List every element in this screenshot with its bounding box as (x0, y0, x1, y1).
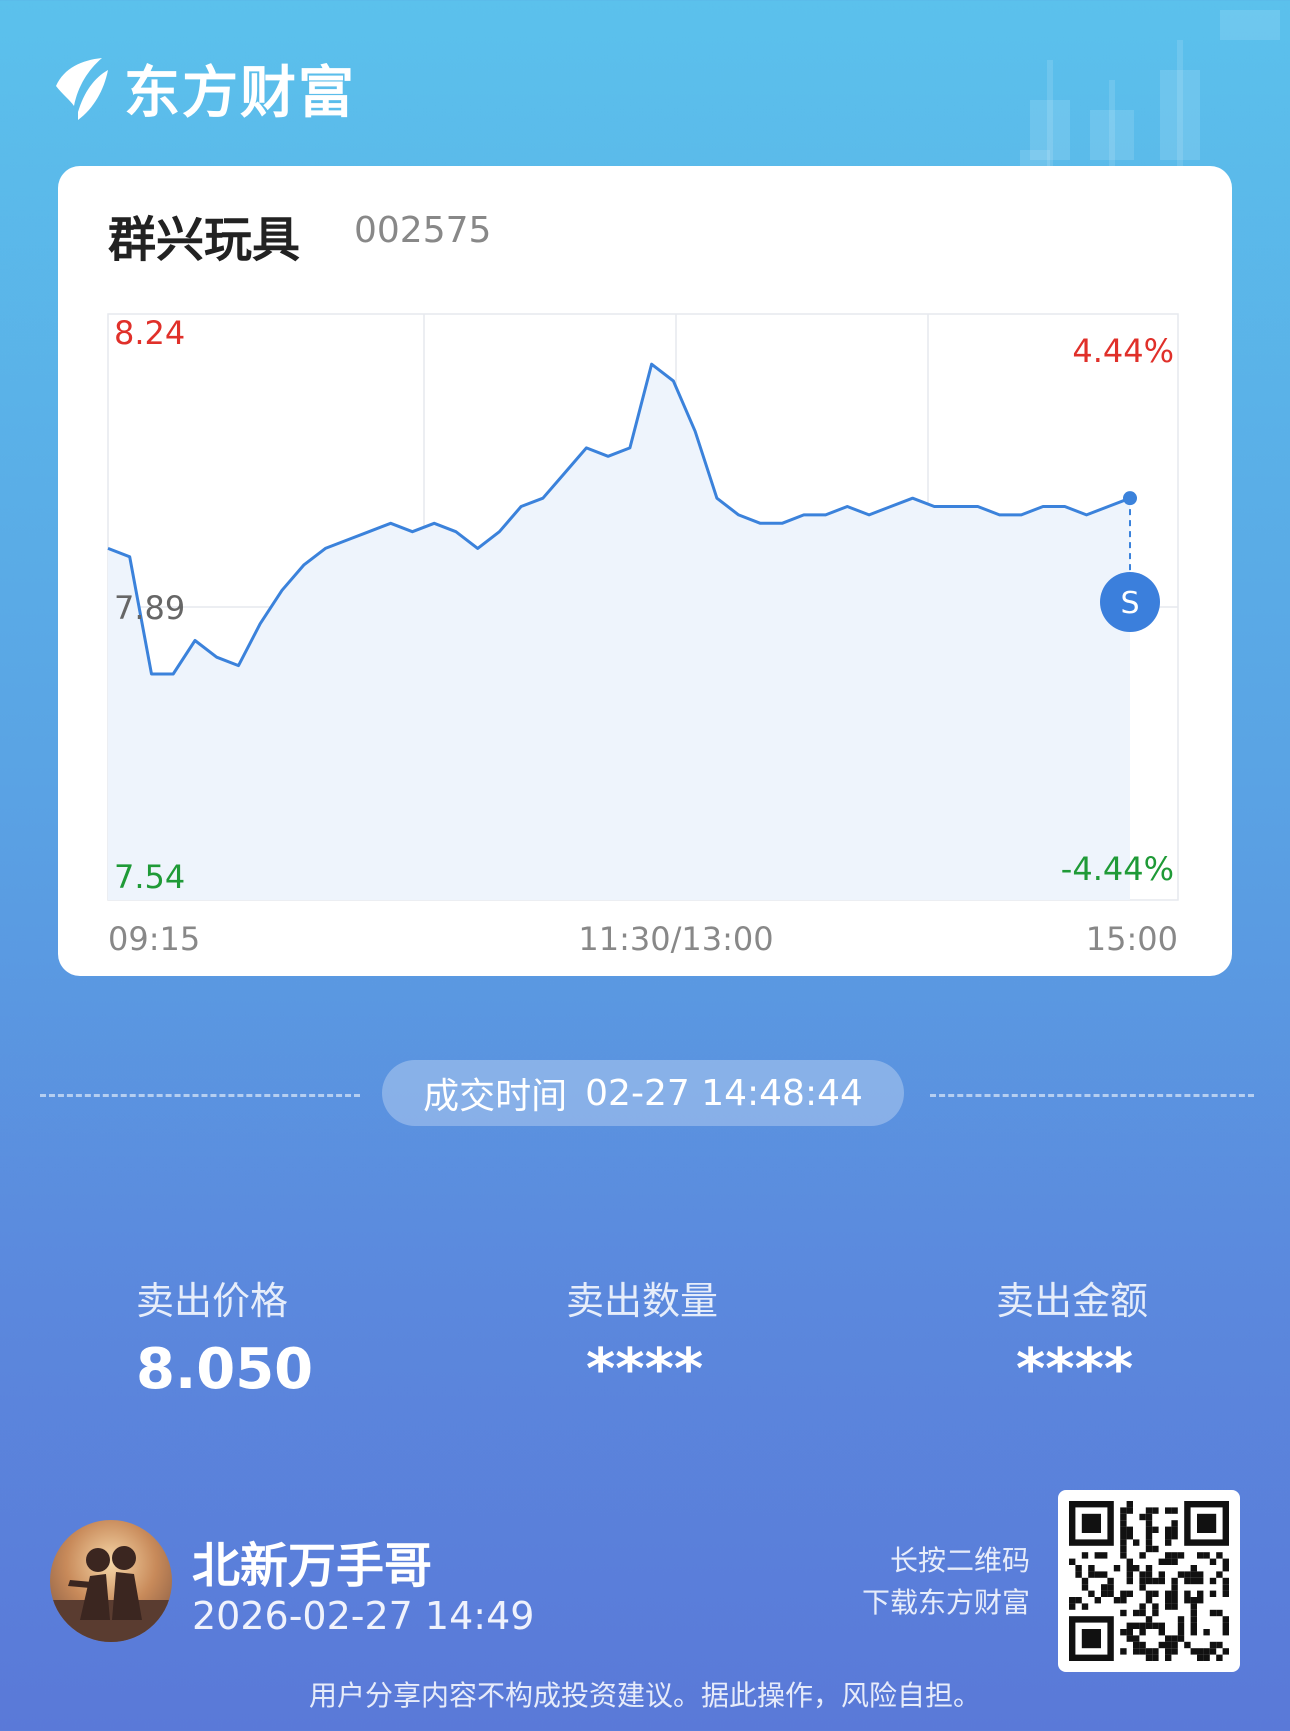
qr-hint: 长按二维码 下载东方财富 (830, 1540, 1030, 1624)
stat-value: **** (1016, 1337, 1134, 1402)
brand-name: 东方财富 (124, 61, 356, 126)
qr-hint-line1: 长按二维码 (889, 1544, 1030, 1577)
x-tick-end: 15:00 (1086, 920, 1178, 958)
brand-logo: 东方财富 (48, 48, 356, 129)
stat-value: **** (586, 1337, 704, 1402)
x-tick-mid: 11:30/13:00 (578, 920, 773, 958)
stat-label: 卖出价格 (136, 1279, 289, 1323)
qr-hint-line2: 下载东方财富 (861, 1586, 1030, 1619)
pct-high-label: 4.44% (1072, 332, 1174, 370)
intraday-chart: 8.24 7.89 7.54 4.44% -4.44% 09:15 11:30/… (107, 313, 1179, 958)
user-name: 北新万手哥 (192, 1538, 433, 1594)
stat-sell-amount: 卖出金额 **** (996, 1270, 1290, 1402)
brand-leaf-icon (56, 57, 108, 120)
trade-time-row: 成交时间 02-27 14:48:44 (40, 1060, 1254, 1130)
share-time: 2026-02-27 14:49 (192, 1594, 535, 1638)
avatar[interactable] (50, 1520, 172, 1642)
pct-low-label: -4.44% (1061, 850, 1174, 888)
last-price-dot (1123, 491, 1137, 506)
divider-right (930, 1094, 1254, 1097)
qr-code[interactable] (1058, 1490, 1240, 1672)
price-low-label: 7.54 (114, 858, 185, 896)
stat-label: 卖出金额 (996, 1279, 1149, 1323)
qr-code-icon (1069, 1501, 1229, 1661)
stock-chart-card: 群兴玩具 002575 8.24 7.89 7.54 4.44% -4.44% … (58, 166, 1232, 976)
stat-label: 卖出数量 (566, 1279, 719, 1323)
sell-marker-label: S (1120, 586, 1139, 621)
stat-value: 8.050 (136, 1337, 314, 1402)
stat-sell-price: 卖出价格 8.050 (136, 1270, 436, 1402)
price-base-label: 7.89 (114, 589, 185, 627)
disclaimer: 用户分享内容不构成投资建议。据此操作，风险自担。 (308, 1679, 981, 1712)
trade-time-pill: 成交时间 02-27 14:48:44 (382, 1060, 904, 1126)
x-tick-start: 09:15 (108, 920, 200, 958)
trade-time-value: 02-27 14:48:44 (585, 1072, 863, 1114)
avatar-silhouette-icon (50, 1546, 172, 1642)
price-high-label: 8.24 (114, 314, 185, 352)
divider-left (40, 1094, 360, 1097)
stat-sell-quantity: 卖出数量 **** (566, 1270, 866, 1402)
sell-marker-badge: S (1100, 572, 1160, 632)
trade-time-label: 成交时间 (423, 1076, 568, 1117)
price-area-fill (108, 364, 1130, 900)
